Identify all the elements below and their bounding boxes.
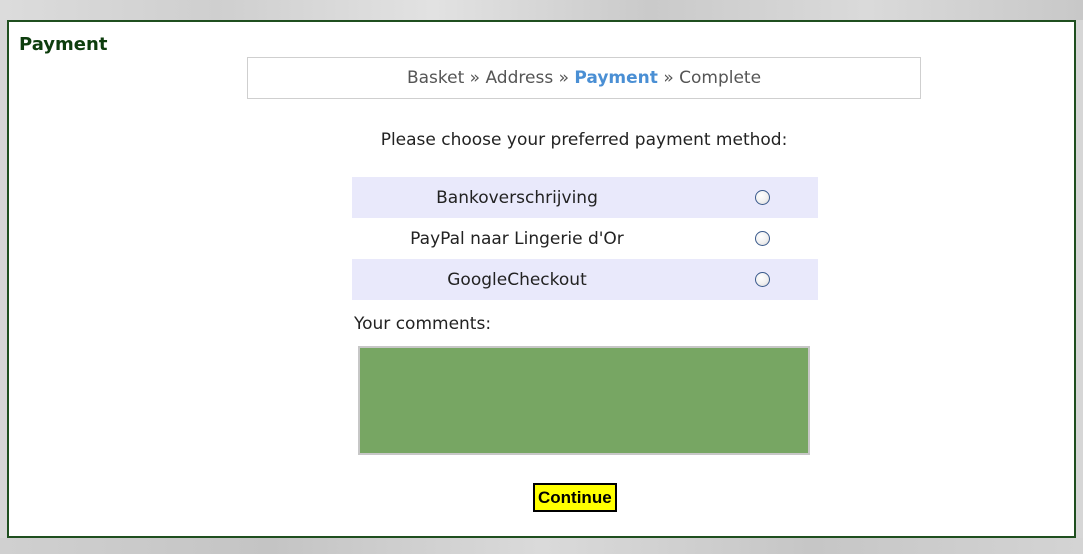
payment-option-label: GoogleCheckout [447, 269, 587, 290]
payment-radio-googlecheckout[interactable] [755, 272, 770, 287]
payment-option-label: Bankoverschrijving [436, 187, 598, 208]
step-separator: » [663, 68, 674, 88]
comments-textarea[interactable] [358, 346, 810, 455]
step-separator: » [469, 68, 481, 88]
continue-button[interactable]: Continue [533, 483, 617, 512]
payment-option-paypal[interactable]: PayPal naar Lingerie d'Or [352, 218, 818, 259]
payment-option-label: PayPal naar Lingerie d'Or [410, 228, 624, 249]
background-strip-top [0, 0, 1083, 20]
payment-method-list: Bankoverschrijving PayPal naar Lingerie … [352, 177, 818, 300]
payment-radio-bankoverschrijving[interactable] [755, 190, 770, 205]
payment-radio-paypal[interactable] [755, 231, 770, 246]
page-title: Payment [19, 34, 108, 55]
payment-option-googlecheckout[interactable]: GoogleCheckout [352, 259, 818, 300]
step-payment-current: Payment [574, 68, 658, 88]
background-strip-bottom [0, 538, 1083, 554]
payment-method-prompt: Please choose your preferred payment met… [380, 130, 788, 150]
step-basket: Basket [406, 68, 465, 88]
step-separator: » [558, 68, 569, 88]
step-address: Address [485, 68, 554, 88]
comments-label: Your comments: [354, 314, 492, 334]
payment-option-bankoverschrijving[interactable]: Bankoverschrijving [352, 177, 818, 218]
checkout-steps-breadcrumb: Basket » Address » Payment » Complete [247, 57, 921, 99]
step-complete: Complete [679, 68, 762, 88]
payment-panel: Payment Basket » Address » Payment » Com… [7, 20, 1076, 538]
